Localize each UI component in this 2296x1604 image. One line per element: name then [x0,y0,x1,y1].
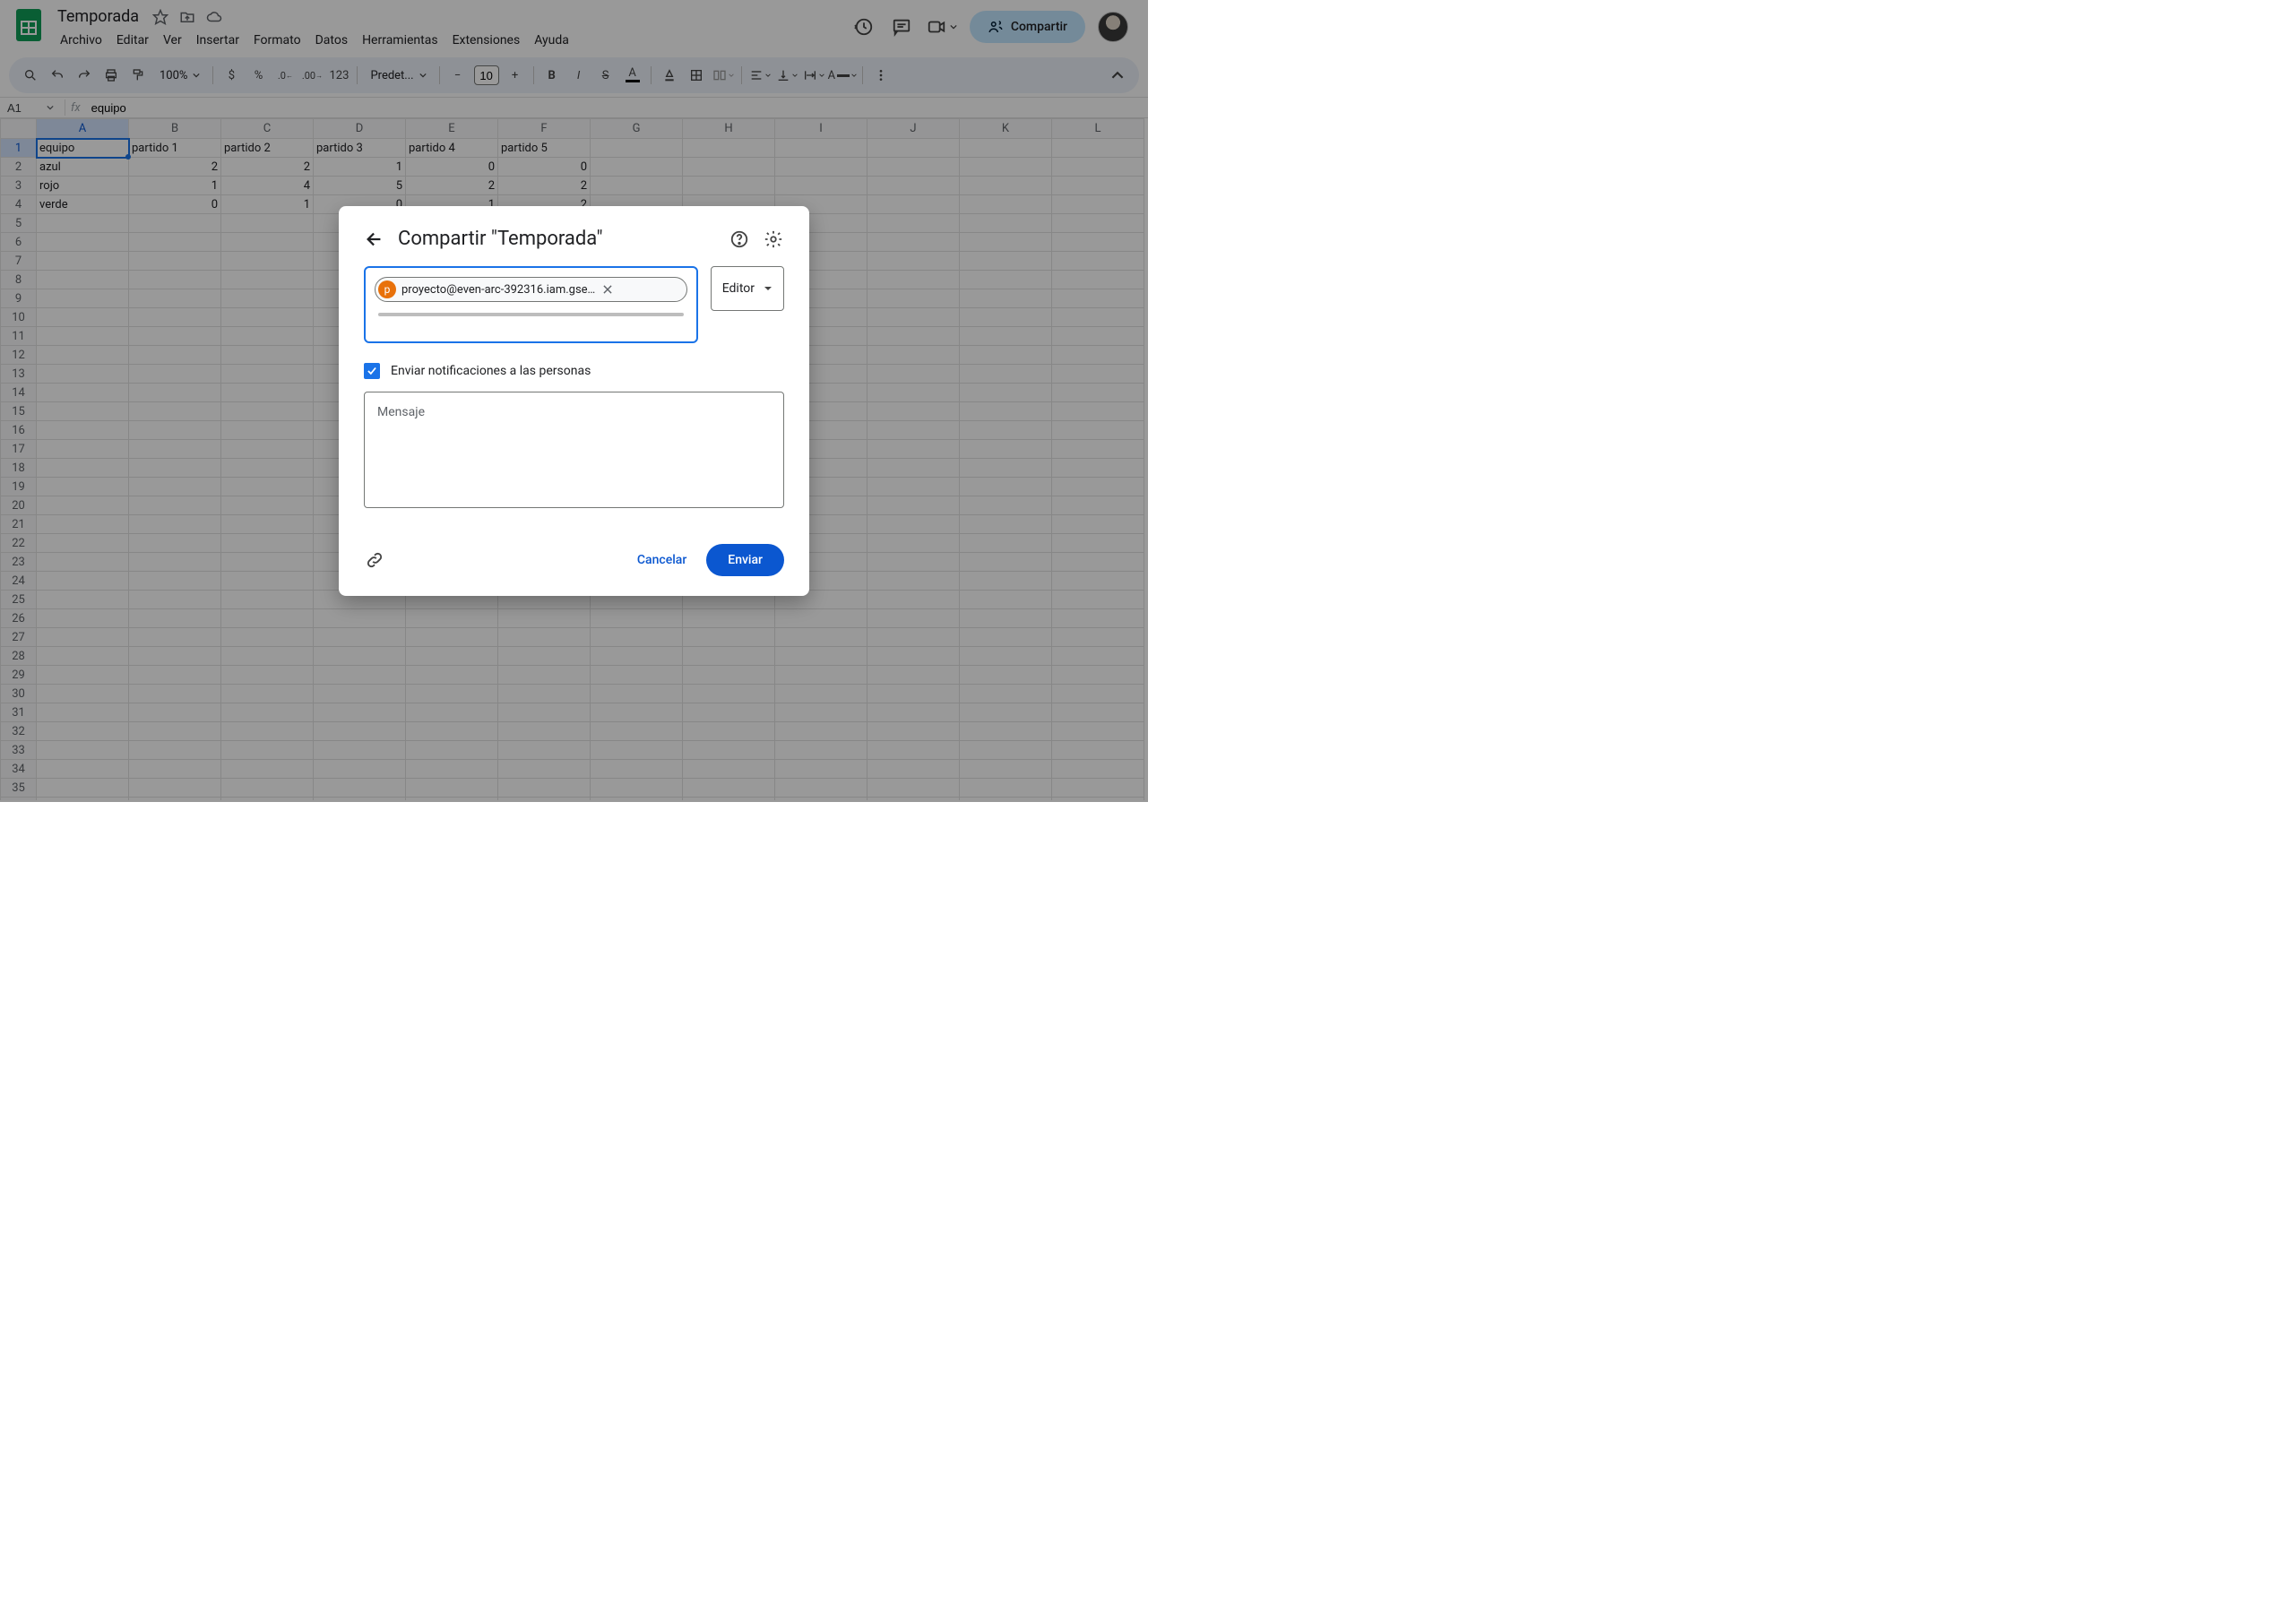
help-icon[interactable] [729,229,750,250]
gear-icon[interactable] [763,229,784,250]
copy-link-icon[interactable] [364,549,385,571]
chip-avatar: p [378,280,396,298]
recipient-caret [378,313,684,316]
share-dialog: Compartir "Temporada" p proyecto@even-ar… [339,206,809,596]
chevron-down-icon [764,284,773,293]
modal-scrim: Compartir "Temporada" p proyecto@even-ar… [0,0,1148,802]
send-button[interactable]: Enviar [706,544,784,576]
cancel-button[interactable]: Cancelar [625,544,699,576]
role-value: Editor [722,281,755,296]
notify-checkbox[interactable] [364,363,380,379]
chip-remove-icon[interactable] [600,282,615,297]
recipient-input[interactable]: p proyecto@even-arc-392316.iam.gse… [364,266,698,343]
back-icon[interactable] [364,229,385,250]
message-input[interactable]: Mensaje [364,392,784,508]
dialog-title: Compartir "Temporada" [398,228,716,250]
notify-label: Enviar notificaciones a las personas [391,364,591,378]
role-select[interactable]: Editor [711,266,784,311]
recipient-chip[interactable]: p proyecto@even-arc-392316.iam.gse… [375,277,687,302]
chip-email: proyecto@even-arc-392316.iam.gse… [401,283,595,297]
